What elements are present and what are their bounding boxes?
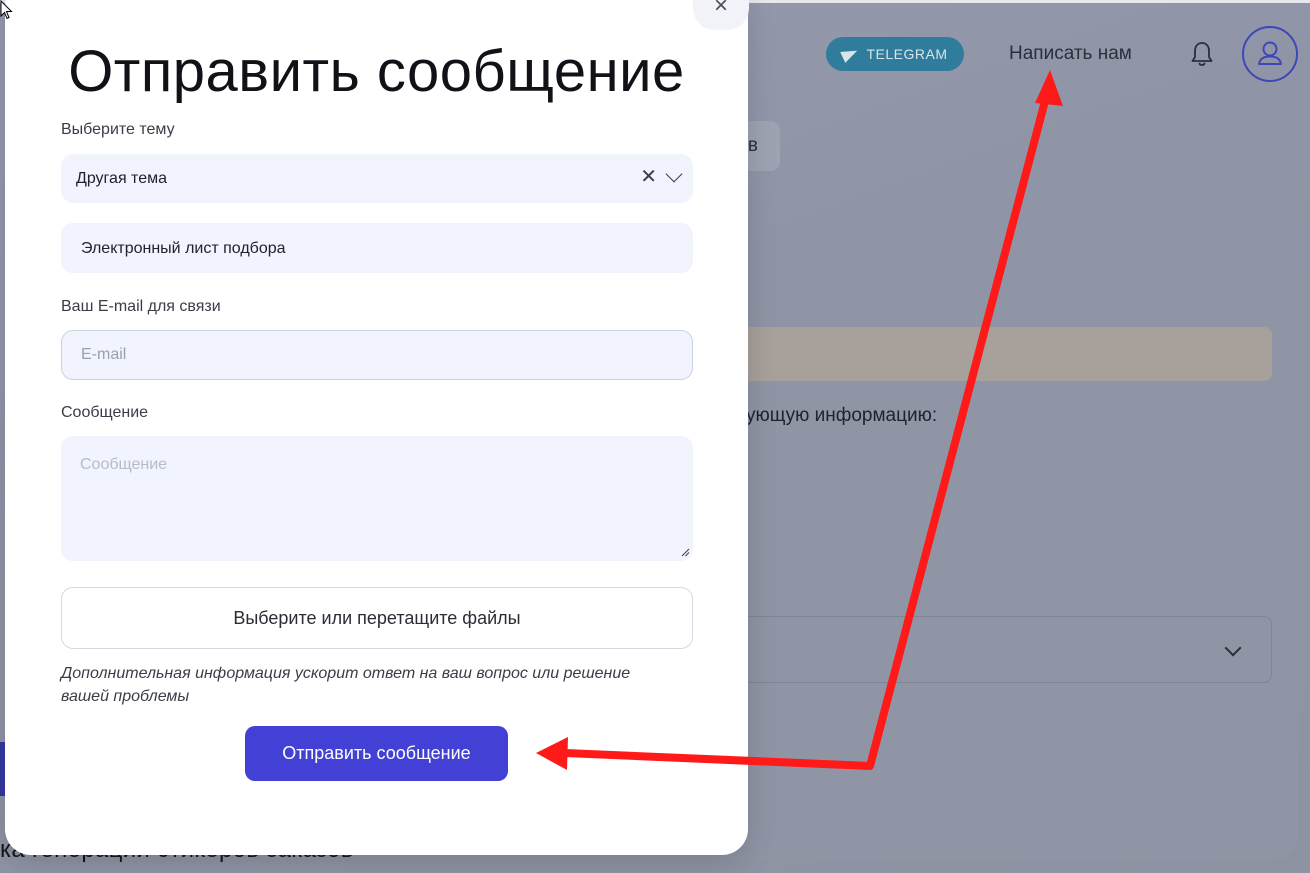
subtopic-field[interactable]: Электронный лист подбора <box>61 223 693 273</box>
telegram-label: TELEGRAM <box>866 46 948 62</box>
message-textarea[interactable] <box>61 436 693 561</box>
background-warning-banner <box>700 327 1272 381</box>
email-field[interactable] <box>61 330 693 380</box>
email-label: Ваш E-mail для связи <box>61 298 221 315</box>
clear-icon[interactable]: ✕ <box>640 167 657 187</box>
chevron-down-icon[interactable] <box>665 165 683 183</box>
bell-icon[interactable] <box>1186 38 1218 70</box>
hint-text: Дополнительная информация ускорит ответ … <box>61 665 631 705</box>
telegram-icon <box>840 45 861 63</box>
topic-select[interactable]: Другая тема ✕ <box>61 154 693 203</box>
file-upload-button[interactable]: Выберите или перетащите файлы <box>61 587 693 649</box>
avatar[interactable] <box>1242 26 1298 82</box>
subtopic-value: Электронный лист подбора <box>81 240 286 257</box>
background-select[interactable] <box>700 616 1272 683</box>
modal-title: Отправить сообщение <box>68 39 685 104</box>
cursor-icon <box>0 0 13 20</box>
user-icon <box>1258 41 1282 65</box>
topic-select-value: Другая тема <box>76 170 167 187</box>
resize-grip-icon[interactable] <box>680 547 690 557</box>
send-message-button[interactable]: Отправить сообщение <box>245 726 508 781</box>
chevron-down-icon <box>1224 639 1242 657</box>
close-icon: × <box>713 0 728 19</box>
background-card <box>700 300 1298 860</box>
background-tab-label: в <box>747 135 758 156</box>
telegram-button[interactable]: TELEGRAM <box>826 37 964 71</box>
write-us-link[interactable]: Написать нам <box>1009 43 1132 65</box>
background-info-text: ующую информацию: <box>746 405 938 426</box>
topic-label: Выберите тему <box>61 121 175 138</box>
message-label: Сообщение <box>61 404 149 421</box>
